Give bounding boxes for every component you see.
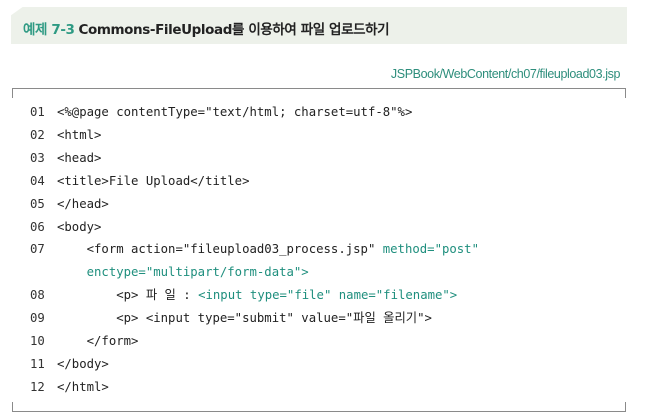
- code-line: 08 <p> 파 일 : <input type="file" name="fi…: [30, 285, 457, 305]
- line-number: 11: [30, 356, 45, 371]
- code-text: </form>: [57, 334, 139, 348]
- code-text: </body>: [57, 356, 109, 371]
- code-text: </head>: [57, 196, 109, 211]
- line-number: 08: [30, 288, 45, 303]
- code-text: <p> <input type="submit" value="파일 올리기">: [57, 311, 432, 326]
- line-number: 04: [30, 173, 45, 188]
- code-line: 04 <title>File Upload</title>: [30, 171, 250, 191]
- code-text: <title>File Upload</title>: [57, 173, 250, 188]
- code-text: <p> 파 일 :: [57, 288, 199, 303]
- line-number: 10: [30, 334, 45, 348]
- code-line: 09 <p> <input type="submit" value="파일 올리…: [30, 308, 432, 328]
- frame-corner-right: [625, 402, 626, 411]
- line-number: 01: [30, 105, 45, 119]
- line-number: 06: [30, 219, 45, 234]
- code-line: 02 <html>: [30, 125, 101, 145]
- line-number: 09: [30, 311, 45, 326]
- code-listing: 01 <%@page contentType="text/html; charse…: [12, 88, 626, 412]
- line-number: 02: [30, 127, 45, 142]
- code-attribute: method="post": [382, 242, 479, 257]
- code-line: enctype="multipart/form-data">: [30, 262, 309, 282]
- frame-corner-left: [12, 402, 13, 411]
- code-text: <html>: [57, 127, 102, 142]
- example-number: 예제 7-3: [23, 22, 75, 38]
- line-number: 12: [30, 379, 45, 394]
- code-text: <head>: [57, 150, 102, 165]
- code-line: 10 </form>: [30, 331, 138, 351]
- code-line: 03 <head>: [30, 148, 101, 168]
- code-line: 01 <%@page contentType="text/html; charse…: [30, 102, 412, 122]
- code-line: 05 </head>: [30, 194, 109, 214]
- example-title-bar: 예제 7-3 Commons-FileUpload를 이용하여 파일 업로드하기: [11, 7, 627, 44]
- code-line: 11 </body>: [30, 354, 109, 374]
- code-line: 12 </html>: [30, 377, 109, 397]
- line-number: 03: [30, 150, 45, 165]
- code-text: </html>: [57, 379, 109, 394]
- example-title: 예제 7-3 Commons-FileUpload를 이용하여 파일 업로드하기: [23, 18, 390, 38]
- code-text: <form action="fileupload03_process.jsp": [57, 242, 383, 257]
- file-path: JSPBook/WebContent/ch07/fileupload03.jsp: [390, 67, 620, 81]
- title-corner-notch: [10, 6, 24, 16]
- example-title-text: Commons-FileUpload를 이용하여 파일 업로드하기: [78, 22, 390, 38]
- line-number: 07: [30, 242, 45, 257]
- code-attribute: enctype="multipart/form-data">: [57, 265, 309, 280]
- code-text: <%@page contentType="text/html; charset=…: [57, 105, 413, 119]
- code-text: <body>: [57, 219, 102, 234]
- code-line: 06 <body>: [30, 217, 101, 237]
- code-line: 07 <form action="fileupload03_process.js…: [30, 239, 479, 259]
- code-attribute: <input type="file" name="filename">: [198, 288, 458, 303]
- line-number: 05: [30, 196, 45, 211]
